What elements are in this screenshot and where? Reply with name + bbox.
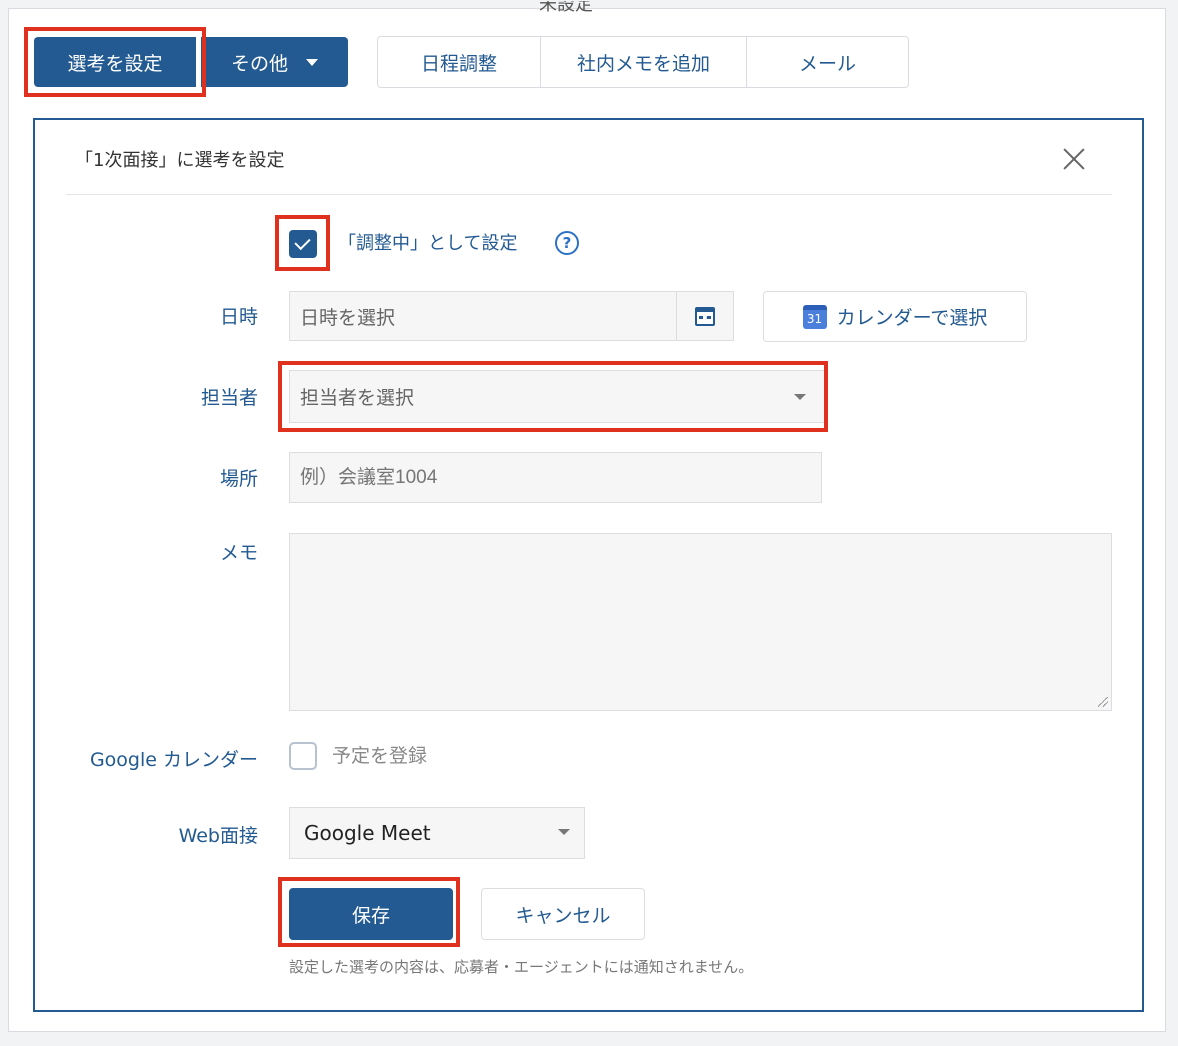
resize-grip-icon[interactable] <box>1098 697 1108 707</box>
place-input[interactable] <box>289 452 822 503</box>
panel-title: 「1次面接」に選考を設定 <box>75 150 285 171</box>
select-by-calendar-label: カレンダーで選択 <box>836 307 988 329</box>
register-event-checkbox[interactable] <box>289 742 317 770</box>
memo-textarea[interactable] <box>289 533 1112 711</box>
clipped-status-text: 未設定 <box>539 1 593 15</box>
caret-down-icon <box>794 394 806 400</box>
google-calendar-label: Google カレンダー <box>89 749 258 771</box>
web-interview-value: Google Meet <box>304 821 431 845</box>
close-icon[interactable] <box>1061 146 1087 172</box>
datetime-input[interactable]: 日時を選択 <box>289 291 677 341</box>
date-picker-button[interactable] <box>676 291 734 341</box>
mail-button[interactable]: メール <box>747 37 908 87</box>
place-label: 場所 <box>219 468 258 490</box>
calendar-icon <box>695 306 715 326</box>
help-icon[interactable]: ? <box>555 231 579 255</box>
caret-down-icon <box>306 58 318 66</box>
register-event-label: 予定を登録 <box>332 745 428 767</box>
assignee-placeholder: 担当者を選択 <box>300 387 415 409</box>
datetime-label: 日時 <box>219 306 258 328</box>
add-internal-memo-button[interactable]: 社内メモを追加 <box>541 37 747 87</box>
schedule-adjust-button[interactable]: 日程調整 <box>378 37 541 87</box>
adjusting-checkbox[interactable] <box>289 230 317 258</box>
notice-text: 設定した選考の内容は、応募者・エージェントには通知されません。 <box>289 958 754 976</box>
divider <box>66 194 1112 195</box>
memo-label: メモ <box>219 542 258 564</box>
cancel-button[interactable]: キャンセル <box>481 888 645 940</box>
google-calendar-icon: 31 <box>802 304 827 329</box>
other-label: その他 <box>230 52 288 75</box>
save-button[interactable]: 保存 <box>289 888 453 940</box>
assignee-label: 担当者 <box>200 387 258 409</box>
assignee-select[interactable]: 担当者を選択 <box>289 370 825 423</box>
web-interview-select[interactable]: Google Meet <box>289 807 585 859</box>
caret-down-icon <box>558 829 570 835</box>
set-selection-button[interactable]: 選考を設定 <box>34 37 196 87</box>
adjusting-label: 「調整中」として設定 <box>338 233 518 254</box>
action-segment-group: 日程調整 社内メモを追加 メール <box>377 36 909 88</box>
other-dropdown-button[interactable]: その他 <box>201 37 348 87</box>
web-interview-label: Web面接 <box>178 825 258 847</box>
selection-panel: 「1次面接」に選考を設定 「調整中」として設定 ? 日時 日時を選択 31 カレ… <box>33 118 1144 1012</box>
select-by-calendar-button[interactable]: 31 カレンダーで選択 <box>763 291 1027 342</box>
